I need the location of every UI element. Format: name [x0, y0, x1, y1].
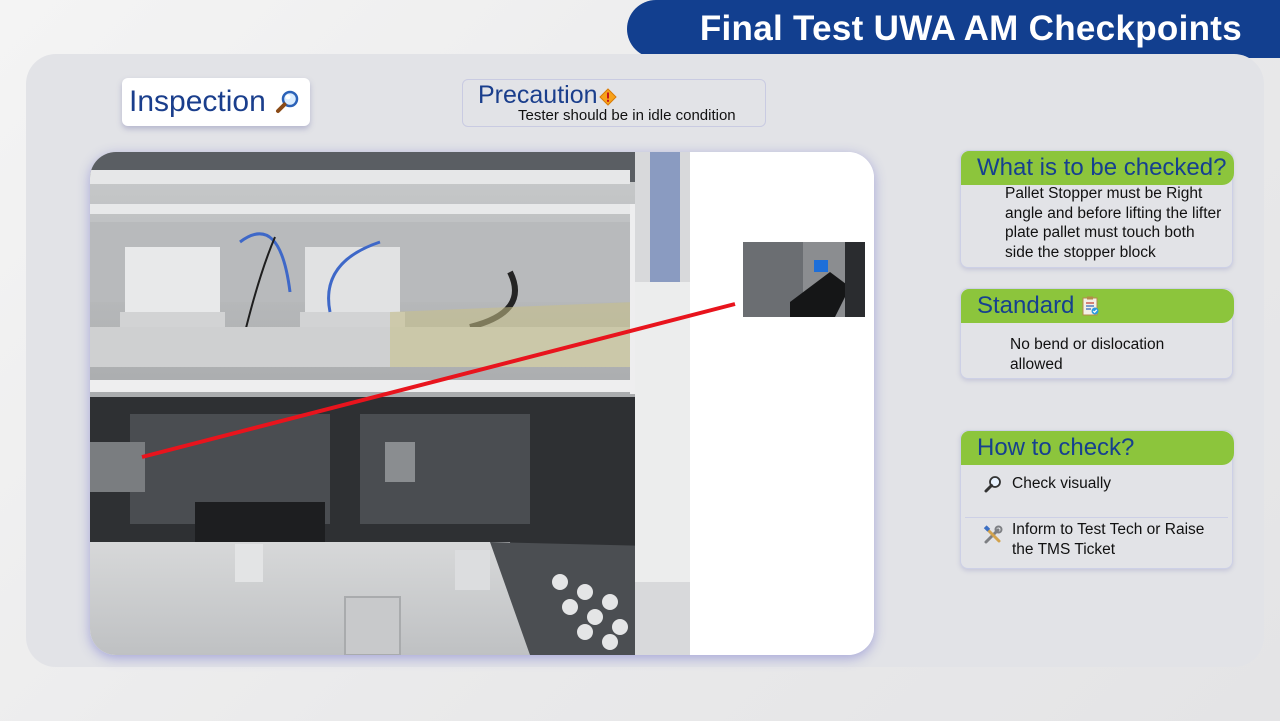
what-to-check-text: Pallet Stopper must be Right angle and b…	[1005, 184, 1221, 262]
how-to-check-header: How to check?	[961, 431, 1234, 465]
title-bar: Final Test UWA AM Checkpoints	[627, 0, 1280, 58]
how-to-check-card: How to check? Check visually Inform to T…	[960, 430, 1234, 569]
how-to-check-item: Inform to Test Tech or Raise the TMS Tic…	[983, 520, 1204, 559]
what-to-check-header: What is to be checked?	[961, 151, 1234, 185]
what-to-check-card: What is to be checked? Pallet Stopper mu…	[960, 150, 1234, 268]
precaution-note: Tester should be in idle condition	[518, 107, 736, 124]
what-to-check-title: What is to be checked?	[977, 154, 1227, 181]
tools-icon	[983, 525, 1003, 544]
how-to-check-line: Inform to Test Tech or Raise	[1012, 521, 1205, 538]
precaution-box: Precaution Tester should be in idle cond…	[462, 79, 766, 127]
how-to-check-line: the TMS Ticket	[1012, 540, 1116, 558]
what-to-check-line: plate pallet must touch both	[1005, 224, 1195, 241]
standard-title: Standard	[977, 292, 1075, 319]
page-title: Final Test UWA AM Checkpoints	[699, 9, 1242, 48]
standard-text: No bend or dislocation allowed	[1010, 335, 1164, 374]
stopper-closeup-photo	[743, 242, 865, 317]
what-to-check-line: side the stopper block	[1005, 243, 1156, 261]
inspection-label: Inspection	[129, 85, 266, 118]
standard-card: Standard No bend or dislocation allowed	[960, 288, 1234, 379]
standard-header: Standard	[961, 289, 1234, 323]
machine-station-photo	[90, 152, 874, 655]
what-to-check-line: angle and before lifting the lifter	[1005, 204, 1222, 222]
checklist-icon	[1082, 296, 1099, 316]
warning-icon	[599, 88, 617, 106]
standard-line: allowed	[1010, 355, 1063, 373]
magnifier-icon	[984, 476, 1001, 493]
how-to-check-item: Check visually	[983, 474, 1111, 494]
precaution-label: Precaution	[478, 81, 598, 109]
how-to-check-title: How to check?	[977, 434, 1135, 461]
magnifier-icon	[275, 90, 299, 113]
standard-line: No bend or dislocation	[1010, 336, 1165, 353]
how-to-check-line: Check visually	[1012, 475, 1112, 492]
how-to-check-divider	[965, 517, 1228, 518]
what-to-check-line: Pallet Stopper must be Right	[1005, 185, 1203, 202]
inspection-label-box: Inspection	[122, 78, 310, 126]
photo-frame	[90, 152, 874, 655]
